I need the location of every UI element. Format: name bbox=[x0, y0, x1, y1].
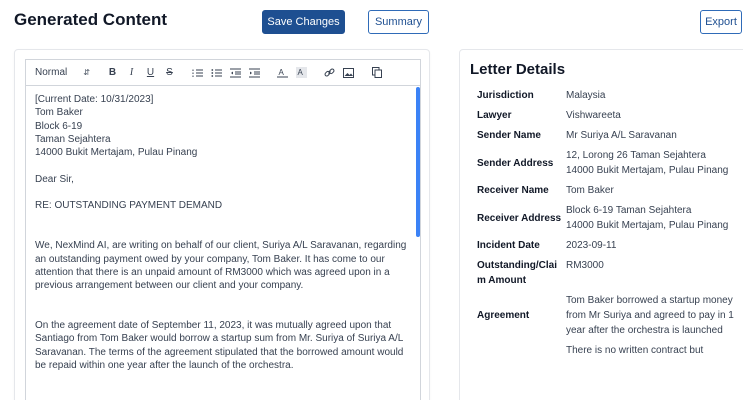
italic-icon[interactable]: I bbox=[125, 66, 138, 80]
detail-value: Tom Baker bbox=[566, 185, 614, 196]
copy-group bbox=[370, 66, 389, 80]
letter-date: [Current Date: 10/31/2023] bbox=[35, 94, 154, 105]
editor-scrollbar[interactable] bbox=[416, 87, 420, 237]
strikethrough-icon[interactable]: S bbox=[163, 66, 176, 80]
ordered-list-icon[interactable] bbox=[191, 66, 204, 80]
detail-value: Block 6-19 Taman Sejahtera 14000 Bukit M… bbox=[566, 205, 729, 231]
detail-row-agreement: Agreement Tom Baker borrowed a startup m… bbox=[477, 293, 743, 338]
detail-key: Outstanding/Claim Amount bbox=[477, 260, 557, 286]
underline-icon[interactable]: U bbox=[144, 66, 157, 80]
detail-value: Vishwareeta bbox=[566, 110, 621, 121]
copy-icon[interactable] bbox=[370, 66, 383, 80]
paragraph-agreement: On the agreement date of September 11, 2… bbox=[35, 320, 404, 371]
bold-icon[interactable]: B bbox=[106, 66, 119, 80]
detail-row-receiver-name: Receiver Name Tom Baker bbox=[477, 183, 743, 198]
format-select-value: Normal bbox=[35, 67, 68, 78]
editor-card: Normal ⇵ B I U S A A [Current Date: 10/3… bbox=[14, 49, 430, 400]
detail-row-sender-name: Sender Name Mr Suriya A/L Saravanan bbox=[477, 128, 743, 143]
link-icon[interactable] bbox=[323, 66, 336, 80]
detail-row-continued: There is no written contract but bbox=[477, 343, 743, 358]
detail-key: Receiver Address bbox=[477, 212, 562, 224]
detail-row-receiver-address: Receiver Address Block 6-19 Taman Sejaht… bbox=[477, 203, 743, 233]
detail-value: RM3000 bbox=[566, 260, 604, 271]
detail-key: Incident Date bbox=[477, 240, 540, 251]
paragraph-intro: We, NexMind AI, are writing on behalf of… bbox=[35, 240, 407, 292]
detail-key: Receiver Name bbox=[477, 185, 549, 196]
bullet-list-icon[interactable] bbox=[210, 66, 223, 80]
letter-details-title: Letter Details bbox=[470, 61, 566, 78]
letter-details-card: Letter Details Jurisdiction Malaysia Law… bbox=[459, 49, 743, 400]
editor-content[interactable]: [Current Date: 10/31/2023] Tom Baker Blo… bbox=[26, 86, 420, 400]
select-arrows-icon: ⇵ bbox=[83, 68, 90, 77]
text-color-icon[interactable]: A bbox=[276, 66, 289, 80]
detail-key: Sender Name bbox=[477, 130, 541, 141]
page-title: Generated Content bbox=[14, 10, 168, 29]
detail-value: Tom Baker borrowed a startup money from … bbox=[566, 295, 734, 336]
svg-text:A: A bbox=[298, 68, 304, 77]
detail-value: Malaysia bbox=[566, 90, 606, 101]
insert-group bbox=[323, 66, 361, 80]
editor-toolbar: Normal ⇵ B I U S A A bbox=[26, 60, 420, 86]
indent-icon[interactable] bbox=[248, 66, 261, 80]
detail-value: 12, Lorong 26 Taman Sejahtera 14000 Buki… bbox=[566, 150, 729, 176]
detail-key: Sender Address bbox=[477, 157, 554, 169]
subject-line: RE: OUTSTANDING PAYMENT DEMAND bbox=[35, 200, 223, 212]
image-icon[interactable] bbox=[342, 66, 355, 80]
summary-button[interactable]: Summary bbox=[368, 10, 429, 34]
color-group: A A bbox=[276, 66, 314, 80]
letter-details-table: Jurisdiction Malaysia Lawyer Vishwareeta… bbox=[477, 88, 743, 363]
export-button[interactable]: Export bbox=[700, 10, 742, 34]
list-group bbox=[191, 66, 267, 80]
detail-row-jurisdiction: Jurisdiction Malaysia bbox=[477, 88, 743, 103]
detail-value: There is no written contract but bbox=[566, 345, 704, 356]
detail-row-sender-address: Sender Address 12, Lorong 26 Taman Sejah… bbox=[477, 148, 743, 178]
detail-row-incident-date: Incident Date 2023-09-11 bbox=[477, 238, 743, 253]
detail-value: 2023-09-11 bbox=[566, 240, 617, 251]
rich-text-editor[interactable]: Normal ⇵ B I U S A A [Current Date: 10/3… bbox=[25, 59, 421, 400]
save-changes-button[interactable]: Save Changes bbox=[262, 10, 345, 34]
detail-key: Jurisdiction bbox=[477, 90, 534, 101]
format-select[interactable]: Normal ⇵ bbox=[35, 67, 97, 78]
recipient-address: Tom Baker Block 6-19 Taman Sejahtera 140… bbox=[35, 107, 198, 159]
svg-text:A: A bbox=[279, 68, 285, 77]
detail-key: Agreement bbox=[477, 310, 530, 321]
text-style-group: B I U S bbox=[106, 66, 182, 80]
detail-key: Lawyer bbox=[477, 110, 512, 121]
detail-value: Mr Suriya A/L Saravanan bbox=[566, 130, 677, 141]
background-color-icon[interactable]: A bbox=[295, 66, 308, 80]
detail-row-lawyer: Lawyer Vishwareeta bbox=[477, 108, 743, 123]
salutation: Dear Sir, bbox=[35, 173, 74, 185]
detail-row-outstanding-amount: Outstanding/Claim Amount RM3000 bbox=[477, 258, 743, 288]
outdent-icon[interactable] bbox=[229, 66, 242, 80]
